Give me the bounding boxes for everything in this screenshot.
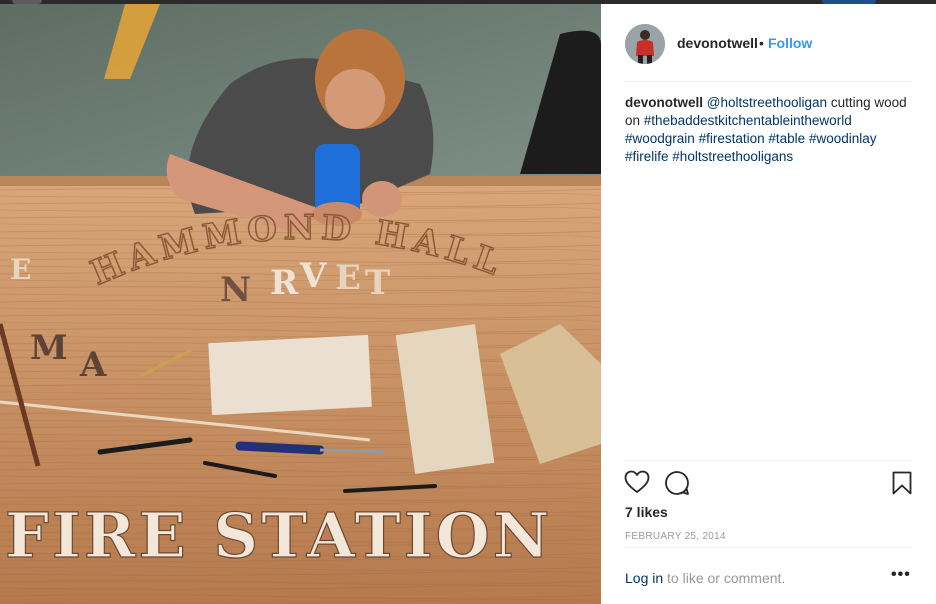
caption-mention[interactable]: @holtstreethooligan [707, 95, 827, 110]
svg-text:T: T [365, 263, 390, 303]
post-header: devonotwell • Follow [601, 4, 936, 82]
login-prompt: Log in to like or comment. [625, 570, 785, 586]
login-text: to like or comment. [667, 570, 786, 586]
post-photo[interactable]: HAMMOND HALL N R V E T M A E FIRE STATIO… [0, 4, 601, 604]
header-separator: • [759, 35, 764, 51]
post-sidebar: devonotwell • Follow devonotwell @holtst… [601, 4, 936, 604]
bottom-divider [625, 547, 912, 548]
hashtag-link[interactable]: #table [768, 131, 805, 146]
heart-icon[interactable] [624, 470, 650, 499]
photo-illustration: HAMMOND HALL N R V E T M A E FIRE STATIO… [0, 4, 601, 604]
hashtag-link[interactable]: #firestation [699, 131, 765, 146]
hashtag-link[interactable]: #firelife [625, 149, 669, 164]
more-icon[interactable]: ••• [891, 566, 911, 584]
hashtag-link[interactable]: #thebaddestkitchentableintheworld [644, 113, 852, 128]
caption-username[interactable]: devonotwell [625, 95, 703, 110]
hashtag-link[interactable]: #holtstreethooligans [672, 149, 793, 164]
follow-button[interactable]: Follow [768, 35, 812, 51]
login-link[interactable]: Log in [625, 570, 663, 586]
actions-divider [625, 460, 912, 461]
likes-count[interactable]: 7 likes [625, 504, 668, 520]
header-username[interactable]: devonotwell [677, 35, 758, 51]
svg-text:V: V [299, 256, 327, 296]
hashtag-link[interactable]: #woodgrain [625, 131, 695, 146]
post-caption: devonotwell @holtstreethooligan cutting … [625, 94, 915, 166]
header-divider [625, 81, 912, 82]
svg-text:M: M [30, 328, 68, 368]
hashtag-link[interactable]: #woodinlay [809, 131, 877, 146]
avatar[interactable] [625, 24, 665, 64]
bookmark-icon[interactable] [892, 471, 912, 500]
svg-text:E: E [10, 253, 31, 286]
comment-icon[interactable] [664, 470, 690, 501]
svg-text:E: E [335, 258, 361, 298]
svg-text:N: N [220, 270, 251, 310]
fire-station-letters: FIRE STATION [5, 499, 552, 572]
post-date[interactable]: FEBRUARY 25, 2014 [625, 531, 726, 542]
svg-text:A: A [79, 345, 107, 385]
svg-text:R: R [270, 263, 299, 303]
